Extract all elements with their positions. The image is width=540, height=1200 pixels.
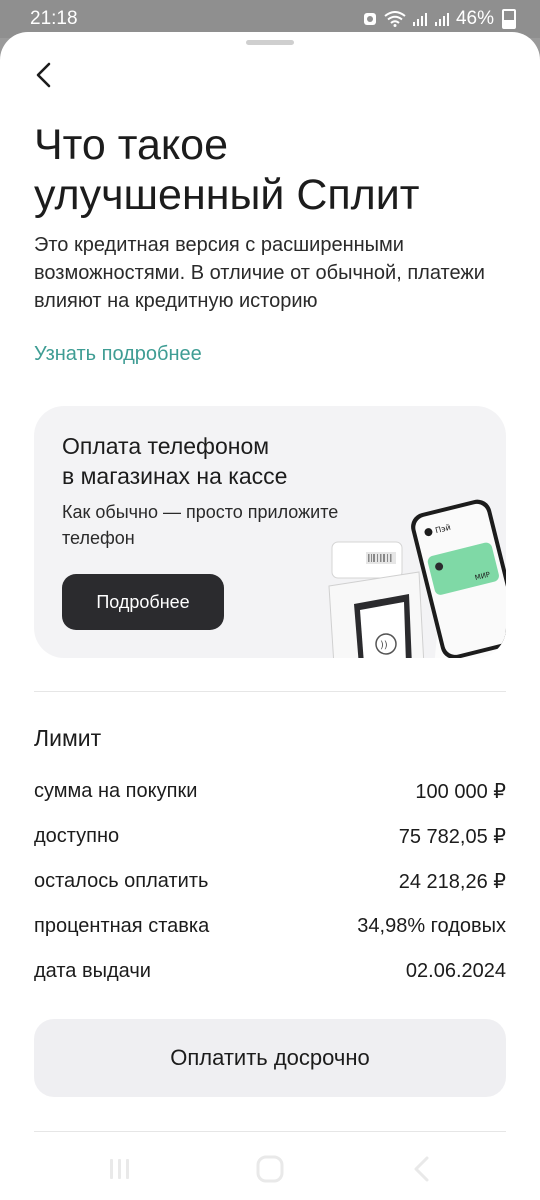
page-title-line2: улучшенный Сплит xyxy=(34,171,420,219)
row-label: сумма на покупки xyxy=(34,779,198,802)
promo-title-line2: в магазинах на кассе xyxy=(62,463,288,489)
limit-row-issue-date: дата выдачи 02.06.2024 xyxy=(34,956,506,986)
limit-row-remaining: осталось оплатить 24 218,26 ₽ xyxy=(34,866,506,896)
chevron-left-icon xyxy=(36,62,51,88)
row-label: осталось оплатить xyxy=(34,869,209,892)
row-value: 24 218,26 ₽ xyxy=(398,870,506,893)
wifi-icon xyxy=(384,11,406,27)
phone-payment-promo-card: Оплата телефоном в магазинах на кассе Ка… xyxy=(34,406,506,658)
page-description: Это кредитная версия с расширенными возм… xyxy=(34,234,485,312)
promo-title-line1: Оплата телефоном xyxy=(62,433,270,459)
row-label: процентная ставка xyxy=(34,914,210,937)
svg-text:)): )) xyxy=(380,640,388,651)
row-value: 100 000 ₽ xyxy=(415,780,506,803)
system-nav-bar xyxy=(0,1140,540,1200)
pay-early-button[interactable]: Оплатить досрочно xyxy=(34,1019,506,1097)
limit-row-available: доступно 75 782,05 ₽ xyxy=(34,821,506,851)
back-button[interactable] xyxy=(30,60,60,90)
signal-icon-sim2 xyxy=(434,12,450,26)
back-arrow-icon xyxy=(414,1156,429,1182)
battery-icon xyxy=(502,9,516,29)
limit-row-purchase-amount: сумма на покупки 100 000 ₽ xyxy=(34,776,506,806)
promo-title: Оплата телефоном в магазинах на кассе xyxy=(62,431,362,491)
row-value: 75 782,05 ₽ xyxy=(398,825,506,848)
battery-percent: 46% xyxy=(455,8,494,29)
phone-terminal-illustration: )) Пэй МИР xyxy=(328,499,506,658)
home-icon xyxy=(256,1155,284,1183)
row-value: 02.06.2024 xyxy=(405,959,506,982)
home-button[interactable] xyxy=(252,1154,288,1184)
recent-apps-icon xyxy=(110,1159,129,1179)
row-label: дата выдачи xyxy=(34,959,151,982)
status-icons: 46% xyxy=(362,8,516,30)
row-value: 34,98% годовых xyxy=(357,914,506,937)
page-title: Что такое улучшенный Сплит xyxy=(34,120,504,220)
status-time: 21:18 xyxy=(30,8,78,29)
limit-section-title: Лимит xyxy=(34,725,102,751)
recent-apps-button[interactable] xyxy=(102,1154,138,1184)
system-back-button[interactable] xyxy=(404,1154,440,1184)
row-label: доступно xyxy=(34,824,120,847)
sheet-drag-handle[interactable] xyxy=(246,40,294,45)
divider xyxy=(34,1131,506,1132)
alarm-icon xyxy=(362,11,378,27)
bottom-sheet: Что такое улучшенный Сплит Это кредитная… xyxy=(0,32,540,1200)
signal-icon-sim1 xyxy=(412,12,428,26)
learn-more-link[interactable]: Узнать подробнее xyxy=(34,343,202,366)
promo-details-button[interactable]: Подробнее xyxy=(62,574,224,630)
page-title-line1: Что такое xyxy=(34,121,228,169)
limit-row-interest-rate: процентная ставка 34,98% годовых xyxy=(34,911,506,941)
divider xyxy=(34,691,506,692)
